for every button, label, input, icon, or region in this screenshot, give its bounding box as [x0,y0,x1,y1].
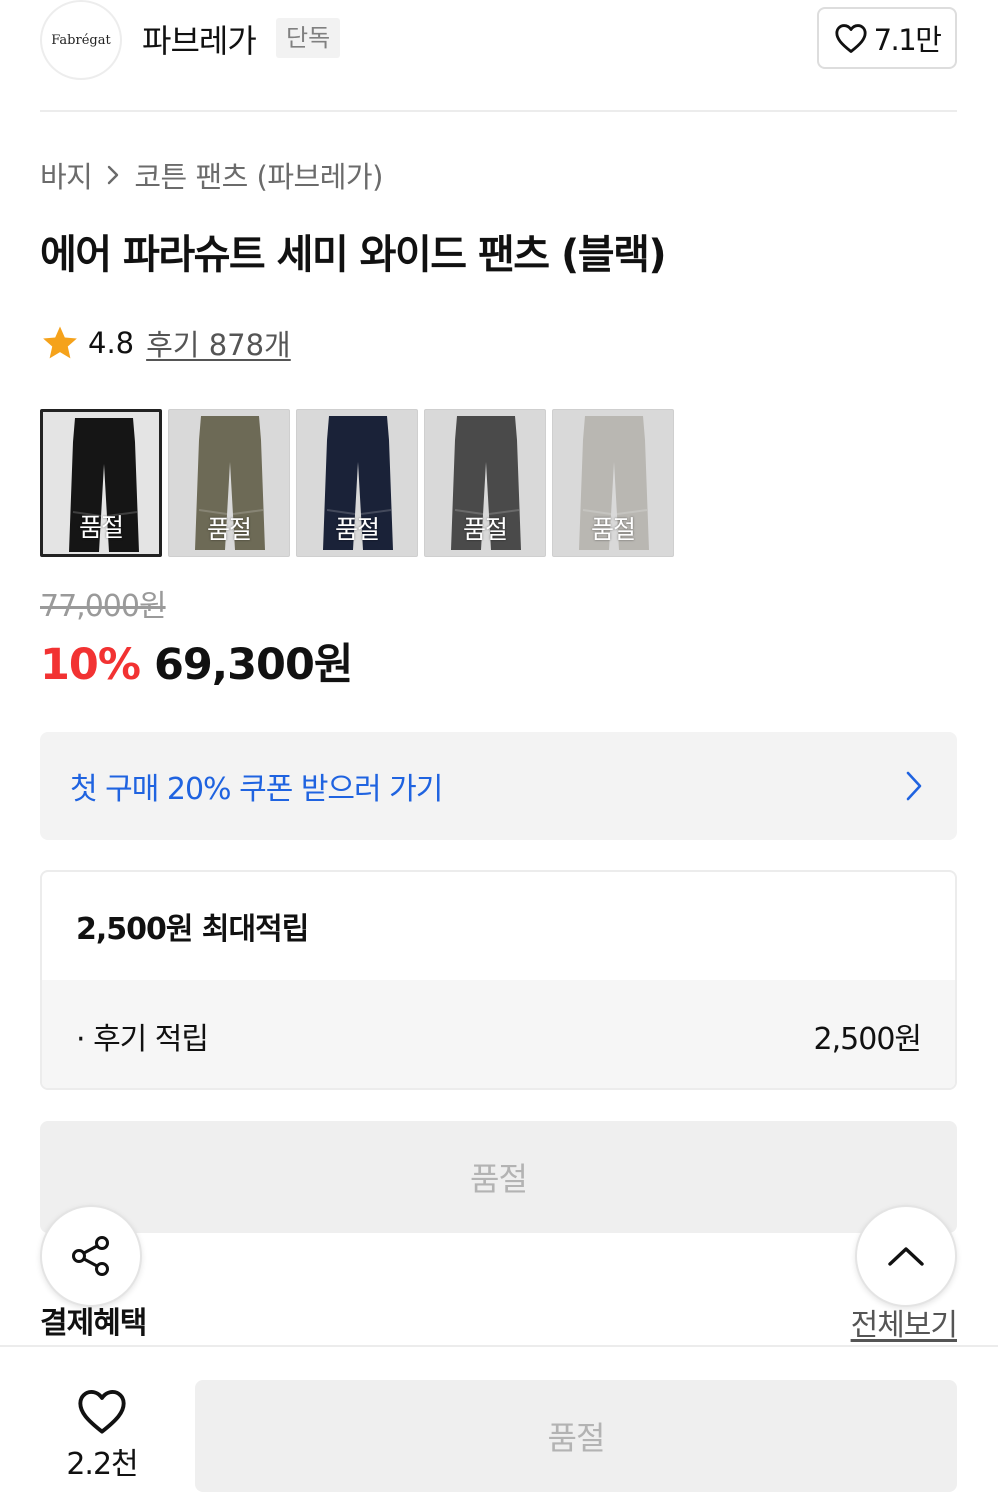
heart-icon [78,1389,126,1434]
review-points-label: · 후기 적립 [76,1022,209,1057]
brand-name[interactable]: 파브레가 [142,16,257,62]
review-points-value: 2,500원 [813,1022,922,1057]
original-price: 77,000원 [40,589,167,624]
brand-logo[interactable]: Fabrégat [40,0,122,80]
share-icon [72,1236,109,1276]
chevron-up-icon [888,1247,924,1266]
scroll-to-top-button[interactable] [855,1205,957,1307]
rating-score: 4.8 [88,326,135,360]
brand-like-count: 7.1만 [873,23,942,57]
swatch-option[interactable]: 품절 [40,409,162,557]
review-points-row: · 후기 적립 2,500원 [42,980,955,1088]
brand-logo-text: Fabrégat [51,32,111,48]
star-icon [43,326,77,359]
color-swatches: 품절 품절 품절 품절 품절 [40,409,674,557]
coupon-label: 첫 구매 20% 쿠폰 받으러 가기 [70,772,443,807]
swatch-soldout-label: 품절 [462,515,508,544]
bottom-purchase-bar: 2.2천 품절 [0,1345,998,1500]
swatch-option[interactable]: 품절 [168,409,290,557]
swatch-soldout-label: 품절 [78,513,124,542]
view-all-link[interactable]: 전체보기 [851,1300,958,1344]
swatch-soldout-label: 품절 [590,515,636,544]
max-points: 2,500원 최대적립 [76,912,309,947]
buy-button-soldout[interactable]: 품절 [195,1380,957,1492]
product-like-count: 2.2천 [66,1447,138,1482]
swatch-soldout-label: 품절 [206,515,252,544]
sale-price-row: 10% 69,300원 [40,630,353,692]
breadcrumb-category[interactable]: 바지 [40,154,93,196]
chevron-right-icon [108,165,119,185]
product-title: 에어 파라슈트 세미 와이드 팬츠 (블랙) [40,232,667,278]
swatch-option[interactable]: 품절 [424,409,546,557]
brand-header: Fabrégat 파브레가 단독 7.1만 [40,0,957,112]
breadcrumb-subcategory[interactable]: 코튼 팬츠 (파브레가) [134,154,383,196]
heart-icon [835,24,867,53]
first-purchase-coupon-banner[interactable]: 첫 구매 20% 쿠폰 받으러 가기 [40,732,957,840]
share-button[interactable] [40,1205,142,1307]
brand-like-button[interactable]: 7.1만 [817,7,957,69]
breadcrumb: 바지 코튼 팬츠 (파브레가) [40,154,383,196]
chevron-right-icon [906,771,922,801]
product-rating: 4.8 후기 878개 [40,322,291,364]
review-count-link[interactable]: 후기 878개 [146,322,291,364]
points-box: 2,500원 최대적립 · 후기 적립 2,500원 [40,870,957,1090]
swatch-soldout-label: 품절 [334,515,380,544]
soldout-button[interactable]: 품절 [40,1121,957,1233]
swatch-option[interactable]: 품절 [296,409,418,557]
exclusive-badge: 단독 [276,18,341,58]
payment-benefit-heading: 결제혜택 [40,1306,147,1341]
final-price: 69,300원 [153,640,353,690]
discount-rate: 10% [40,640,141,690]
swatch-option[interactable]: 품절 [552,409,674,557]
product-like-button[interactable]: 2.2천 [50,1387,154,1483]
